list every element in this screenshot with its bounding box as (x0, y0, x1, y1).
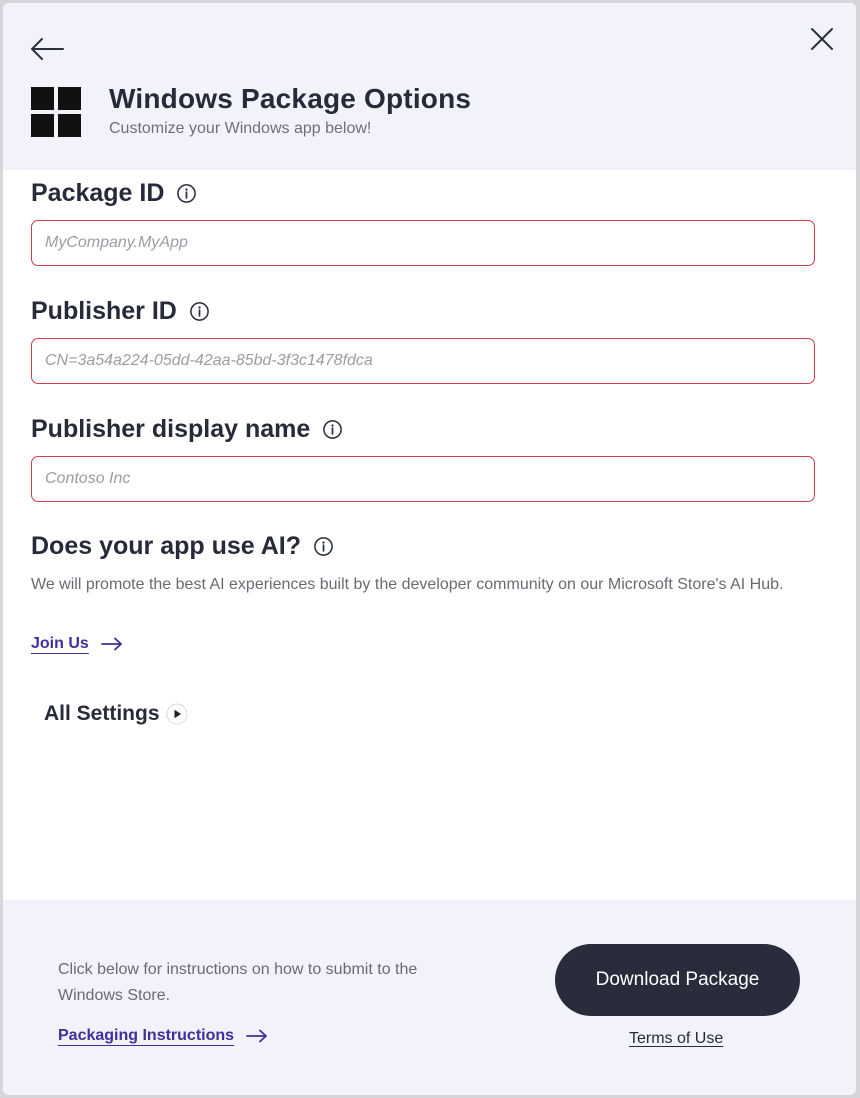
terms-of-use-link[interactable]: Terms of Use (629, 1030, 723, 1048)
info-icon[interactable] (313, 536, 334, 557)
footer-description: Click below for instructions on how to s… (58, 961, 418, 1004)
publisher-id-label: Publisher ID (31, 297, 210, 326)
info-icon[interactable] (189, 301, 210, 322)
arrow-left-icon (31, 38, 64, 60)
publisher-display-name-label: Publisher display name (31, 415, 343, 444)
packaging-instructions-label[interactable]: Packaging Instructions (58, 1027, 234, 1045)
package-id-label-text: Package ID (31, 179, 165, 207)
ai-usage-label: Does your app use AI? (31, 532, 334, 561)
all-settings-toggle[interactable]: All Settings (44, 702, 188, 726)
expand-play-icon (166, 703, 188, 725)
package-options-dialog: Windows Package Options Customize your W… (3, 3, 856, 1095)
dialog-header: Windows Package Options Customize your W… (3, 3, 856, 170)
dialog-footer: Click below for instructions on how to s… (3, 900, 856, 1095)
info-icon[interactable] (322, 419, 343, 440)
package-id-label: Package ID (31, 179, 197, 208)
publisher-display-name-input[interactable] (31, 456, 815, 502)
ai-usage-label-text: Does your app use AI? (31, 532, 301, 560)
windows-logo-icon (31, 87, 81, 137)
join-us-label[interactable]: Join Us (31, 635, 89, 653)
back-button[interactable] (29, 35, 65, 63)
dialog-title: Windows Package Options (109, 83, 472, 114)
all-settings-label: All Settings (44, 702, 160, 725)
arrow-right-icon (100, 637, 122, 651)
download-package-button[interactable]: Download Package (555, 944, 800, 1016)
arrow-right-icon (246, 1029, 267, 1043)
package-id-input[interactable] (31, 220, 815, 266)
join-us-link[interactable]: Join Us (31, 635, 123, 653)
dialog-subtitle: Customize your Windows app below! (109, 120, 372, 137)
close-icon (811, 28, 833, 50)
publisher-id-input[interactable] (31, 338, 815, 384)
publisher-display-name-label-text: Publisher display name (31, 415, 311, 443)
publisher-id-label-text: Publisher ID (31, 297, 177, 325)
close-button[interactable] (808, 25, 836, 53)
packaging-instructions-link[interactable]: Packaging Instructions (58, 1027, 268, 1045)
ai-description: We will promote the best AI experiences … (31, 576, 784, 593)
info-icon[interactable] (176, 183, 197, 204)
